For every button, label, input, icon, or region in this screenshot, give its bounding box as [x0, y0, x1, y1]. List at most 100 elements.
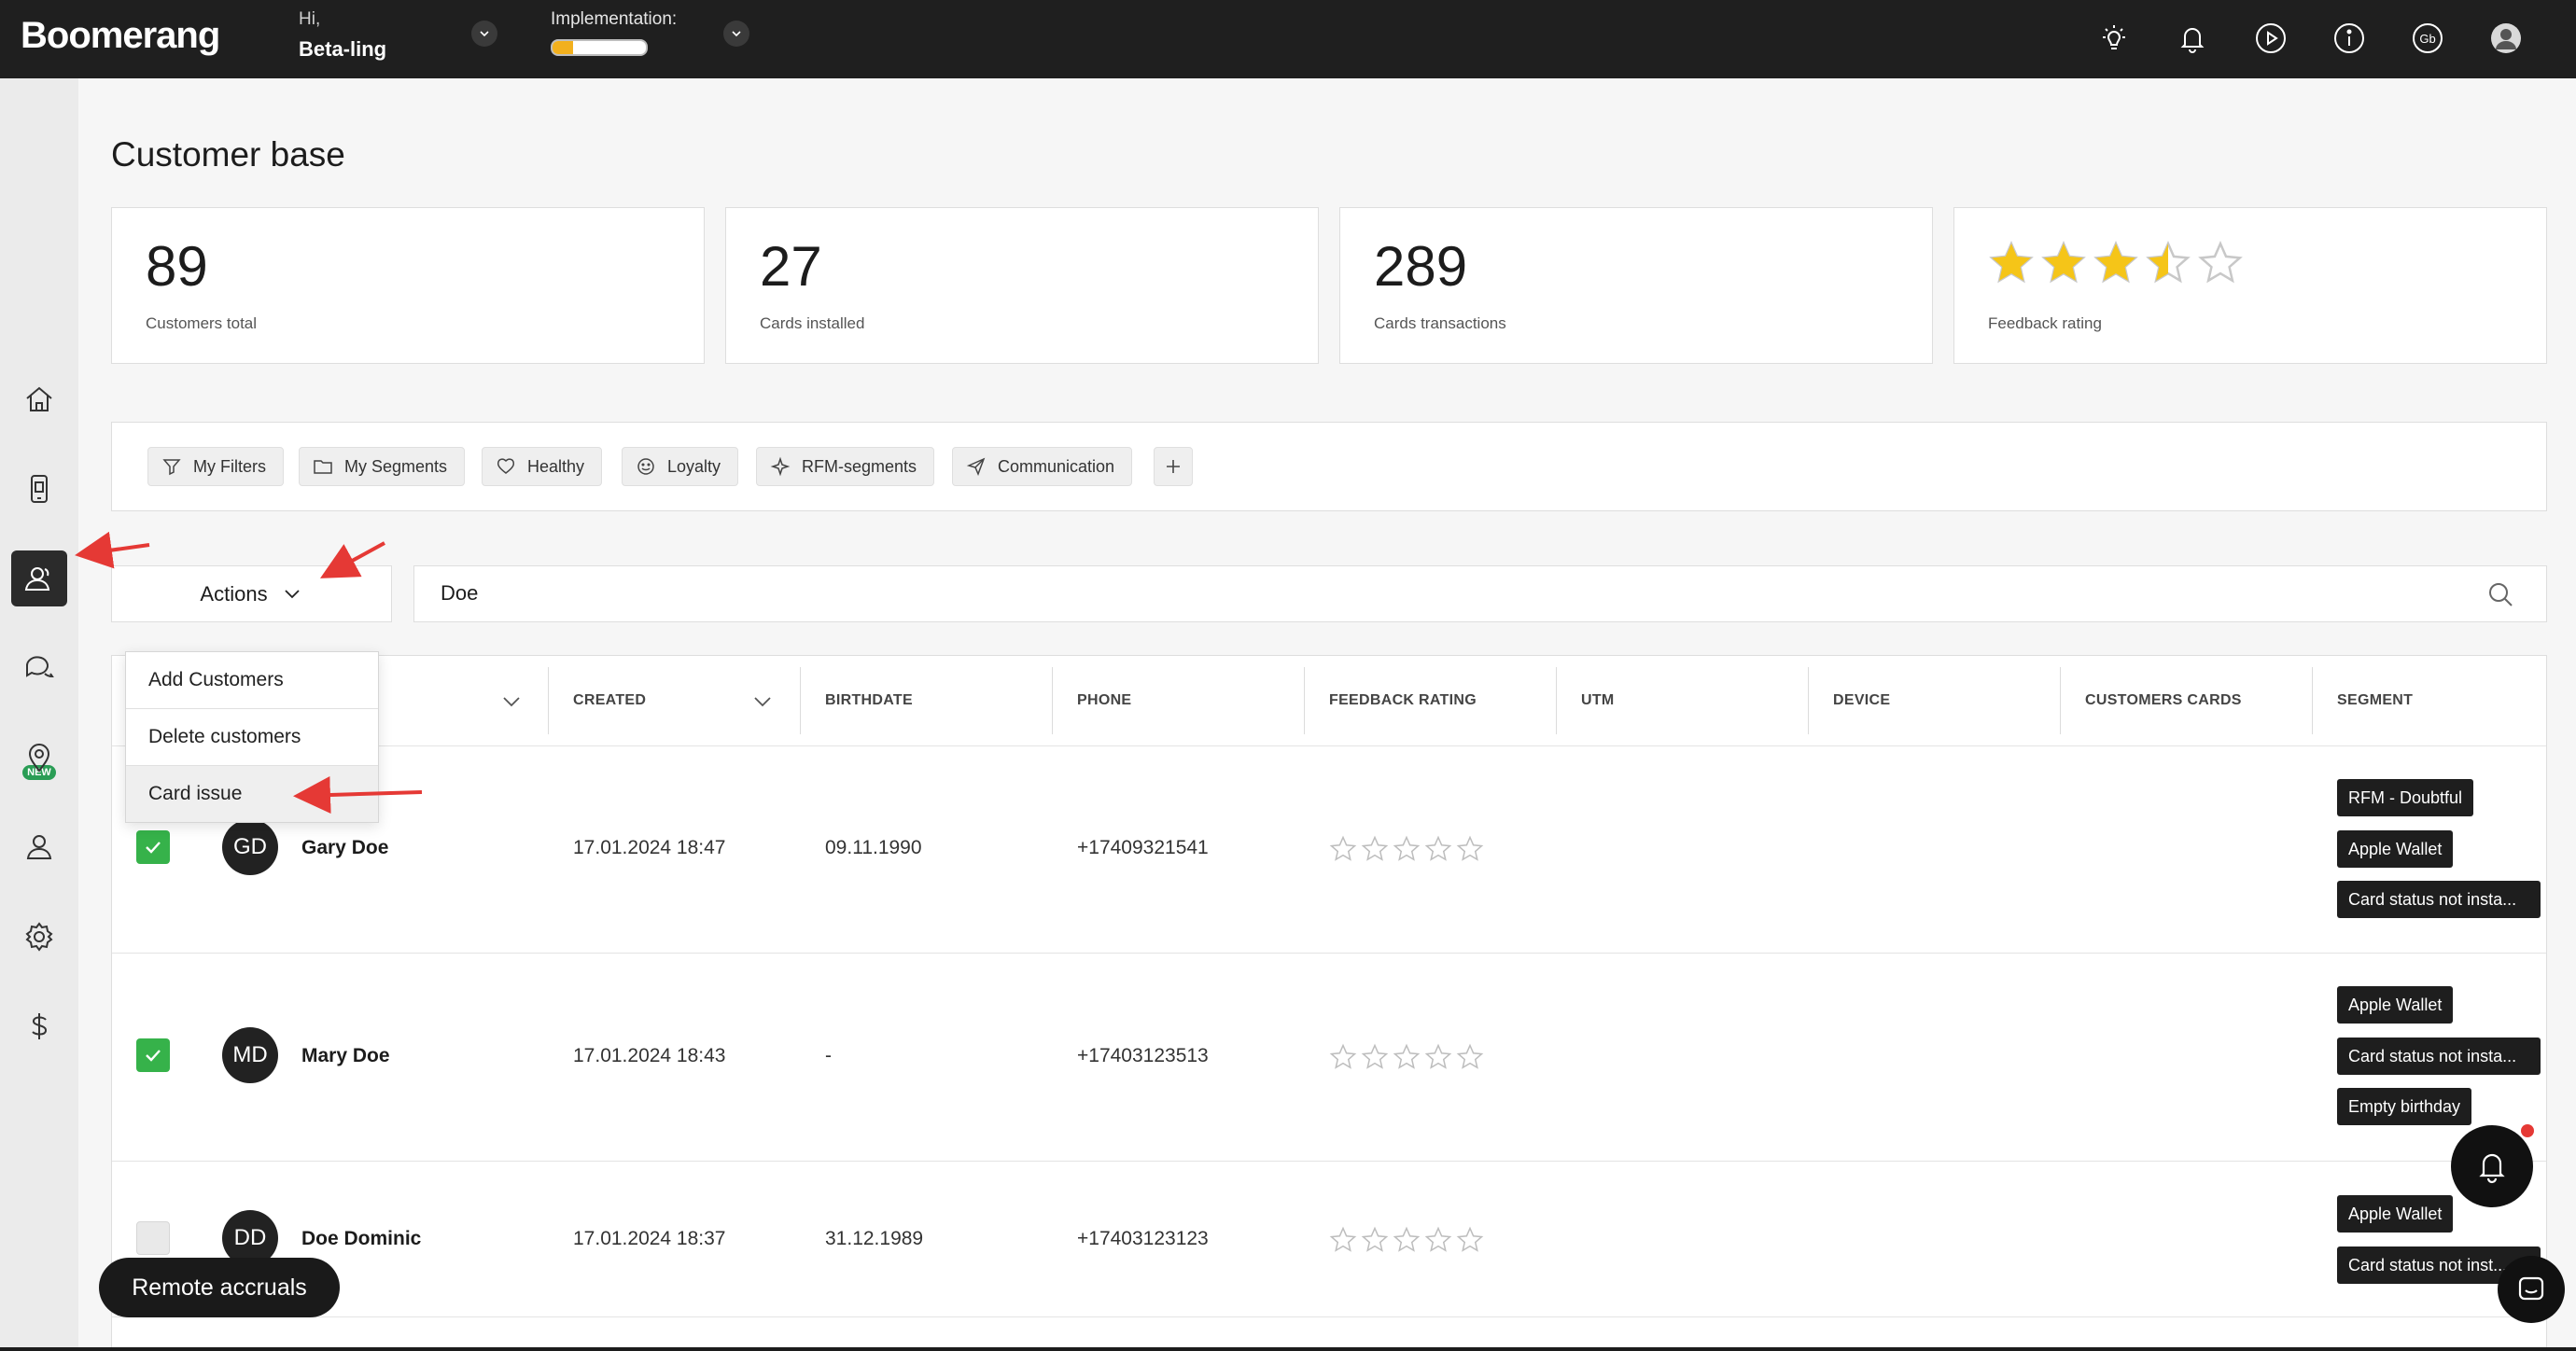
birthdate: 09.11.1990 [825, 837, 922, 858]
segment-filter-bar: My Filters My Segments Healthy Loyalty R… [111, 422, 2547, 511]
star-icon [1456, 835, 1484, 861]
customer-name[interactable]: Gary Doe [301, 837, 388, 859]
column-separator [1052, 667, 1053, 734]
customer-name[interactable]: Doe Dominic [301, 1228, 421, 1250]
remote-accruals-button[interactable]: Remote accruals [99, 1258, 340, 1317]
chat-icon[interactable] [11, 640, 67, 696]
search-input[interactable] [441, 576, 2447, 611]
star-icon [1456, 1043, 1484, 1069]
mobile-card-icon[interactable] [11, 461, 67, 517]
star-icon [1329, 1226, 1357, 1252]
segment-tag: Apple Wallet [2337, 830, 2454, 868]
location-icon[interactable] [11, 730, 67, 786]
chip-label: Communication [998, 456, 1115, 476]
column-header-utm[interactable]: UTM [1581, 656, 1615, 745]
customers-icon[interactable] [11, 550, 67, 606]
chip-rfm-segments[interactable]: RFM-segments [756, 447, 935, 486]
info-icon[interactable] [2328, 17, 2371, 60]
annotation-arrow-sidebar [75, 531, 150, 569]
dollar-icon[interactable] [11, 998, 67, 1054]
chip-my-segments[interactable]: My Segments [299, 447, 466, 486]
chevron-down-icon [284, 589, 300, 598]
feedback-rating-stars [1988, 240, 2244, 286]
chevron-down-icon[interactable] [499, 689, 524, 714]
settings-icon[interactable] [11, 909, 67, 965]
stat-value: 289 [1374, 235, 1468, 298]
user-icon[interactable] [11, 819, 67, 875]
chip-label: Loyalty [667, 456, 721, 476]
stat-value: 27 [760, 235, 822, 298]
sort-chevron-icon[interactable] [750, 689, 775, 714]
star-icon [1424, 1043, 1452, 1069]
user-menu-chevron-icon[interactable] [471, 21, 497, 47]
stat-card-feedback-rating: Feedback rating [1953, 207, 2547, 364]
chip-label: My Segments [344, 456, 448, 476]
column-separator [800, 667, 801, 734]
column-header-birthdate[interactable]: BIRTHDATE [825, 656, 913, 745]
check-icon [146, 1050, 161, 1062]
notification-fab[interactable] [2451, 1125, 2533, 1207]
bell-icon[interactable] [2171, 17, 2214, 60]
lightbulb-icon[interactable] [2093, 17, 2135, 60]
column-header-phone[interactable]: PHONE [1077, 656, 1131, 745]
implementation-chevron-icon[interactable] [723, 21, 749, 47]
column-header-created[interactable]: CREATED [573, 656, 646, 745]
column-header-segment[interactable]: SEGMENT [2337, 656, 2413, 745]
top-bar: Boomerang Hi, Beta-ling Implementation: … [0, 0, 2576, 78]
menu-item-add-customers[interactable]: Add Customers [126, 652, 378, 708]
bell-icon [2479, 1153, 2505, 1184]
support-chat-button[interactable] [2498, 1256, 2565, 1323]
actions-label: Actions [200, 581, 268, 606]
row-checkbox[interactable] [136, 830, 170, 864]
chip-my-filters[interactable]: My Filters [147, 447, 284, 486]
column-header-customers-cards[interactable]: CUSTOMERS CARDS [2085, 656, 2242, 745]
menu-item-card-issue[interactable]: Card issue [126, 766, 378, 822]
birthdate: 31.12.1989 [825, 1228, 924, 1249]
star-icon [1329, 1043, 1357, 1069]
created-date: 17.01.2024 18:43 [573, 1045, 726, 1066]
star-icon [1424, 1226, 1452, 1252]
chip-label: My Filters [193, 456, 266, 476]
greeting-text: Hi, [299, 9, 321, 29]
column-separator [1808, 667, 1809, 734]
row-rating-stars [1329, 835, 1484, 863]
row-rating-stars [1329, 1043, 1484, 1071]
avatar[interactable] [2485, 17, 2527, 60]
column-header-feedback-rating[interactable]: FEEDBACK RATING [1329, 656, 1477, 745]
star-icon [1393, 1043, 1421, 1069]
created-date: 17.01.2024 18:37 [573, 1228, 726, 1249]
chip-loyalty[interactable]: Loyalty [622, 447, 739, 486]
segment-tag: Empty birthday [2337, 1088, 2472, 1125]
add-segment-button[interactable] [1154, 447, 1193, 486]
implementation-progress-bar [551, 39, 648, 56]
column-separator [548, 667, 549, 734]
profile-badge[interactable]: Gb [2406, 17, 2449, 60]
page-title: Customer base [111, 135, 345, 174]
row-rating-stars [1329, 1226, 1484, 1254]
profile-badge-text: Gb [2419, 32, 2435, 46]
actions-dropdown-button[interactable]: Actions [111, 565, 392, 622]
customer-name[interactable]: Mary Doe [301, 1045, 390, 1067]
customer-avatar: GD [222, 819, 278, 875]
chat-icon [2518, 1276, 2544, 1301]
row-divider [112, 1161, 2546, 1162]
customer-avatar: MD [222, 1027, 278, 1083]
created-date: 17.01.2024 18:47 [573, 837, 726, 858]
stat-label: Cards transactions [1374, 314, 1506, 332]
chip-healthy[interactable]: Healthy [482, 447, 603, 486]
row-checkbox[interactable] [136, 1038, 170, 1072]
play-icon[interactable] [2249, 17, 2292, 60]
bottom-edge [0, 1347, 2576, 1351]
star-icon [1393, 835, 1421, 861]
chip-communication[interactable]: Communication [952, 447, 1133, 486]
rating-star-icon [2093, 241, 2138, 284]
app-logo[interactable]: Boomerang [21, 15, 220, 57]
menu-item-delete-customers[interactable]: Delete customers [126, 709, 378, 765]
star-icon [1456, 1226, 1484, 1252]
implementation-progress-fill [553, 41, 573, 54]
column-header-device[interactable]: DEVICE [1833, 656, 1890, 745]
send-icon [966, 457, 986, 477]
search-icon[interactable] [2486, 580, 2514, 608]
home-icon[interactable] [11, 371, 67, 427]
row-checkbox[interactable] [136, 1221, 170, 1255]
